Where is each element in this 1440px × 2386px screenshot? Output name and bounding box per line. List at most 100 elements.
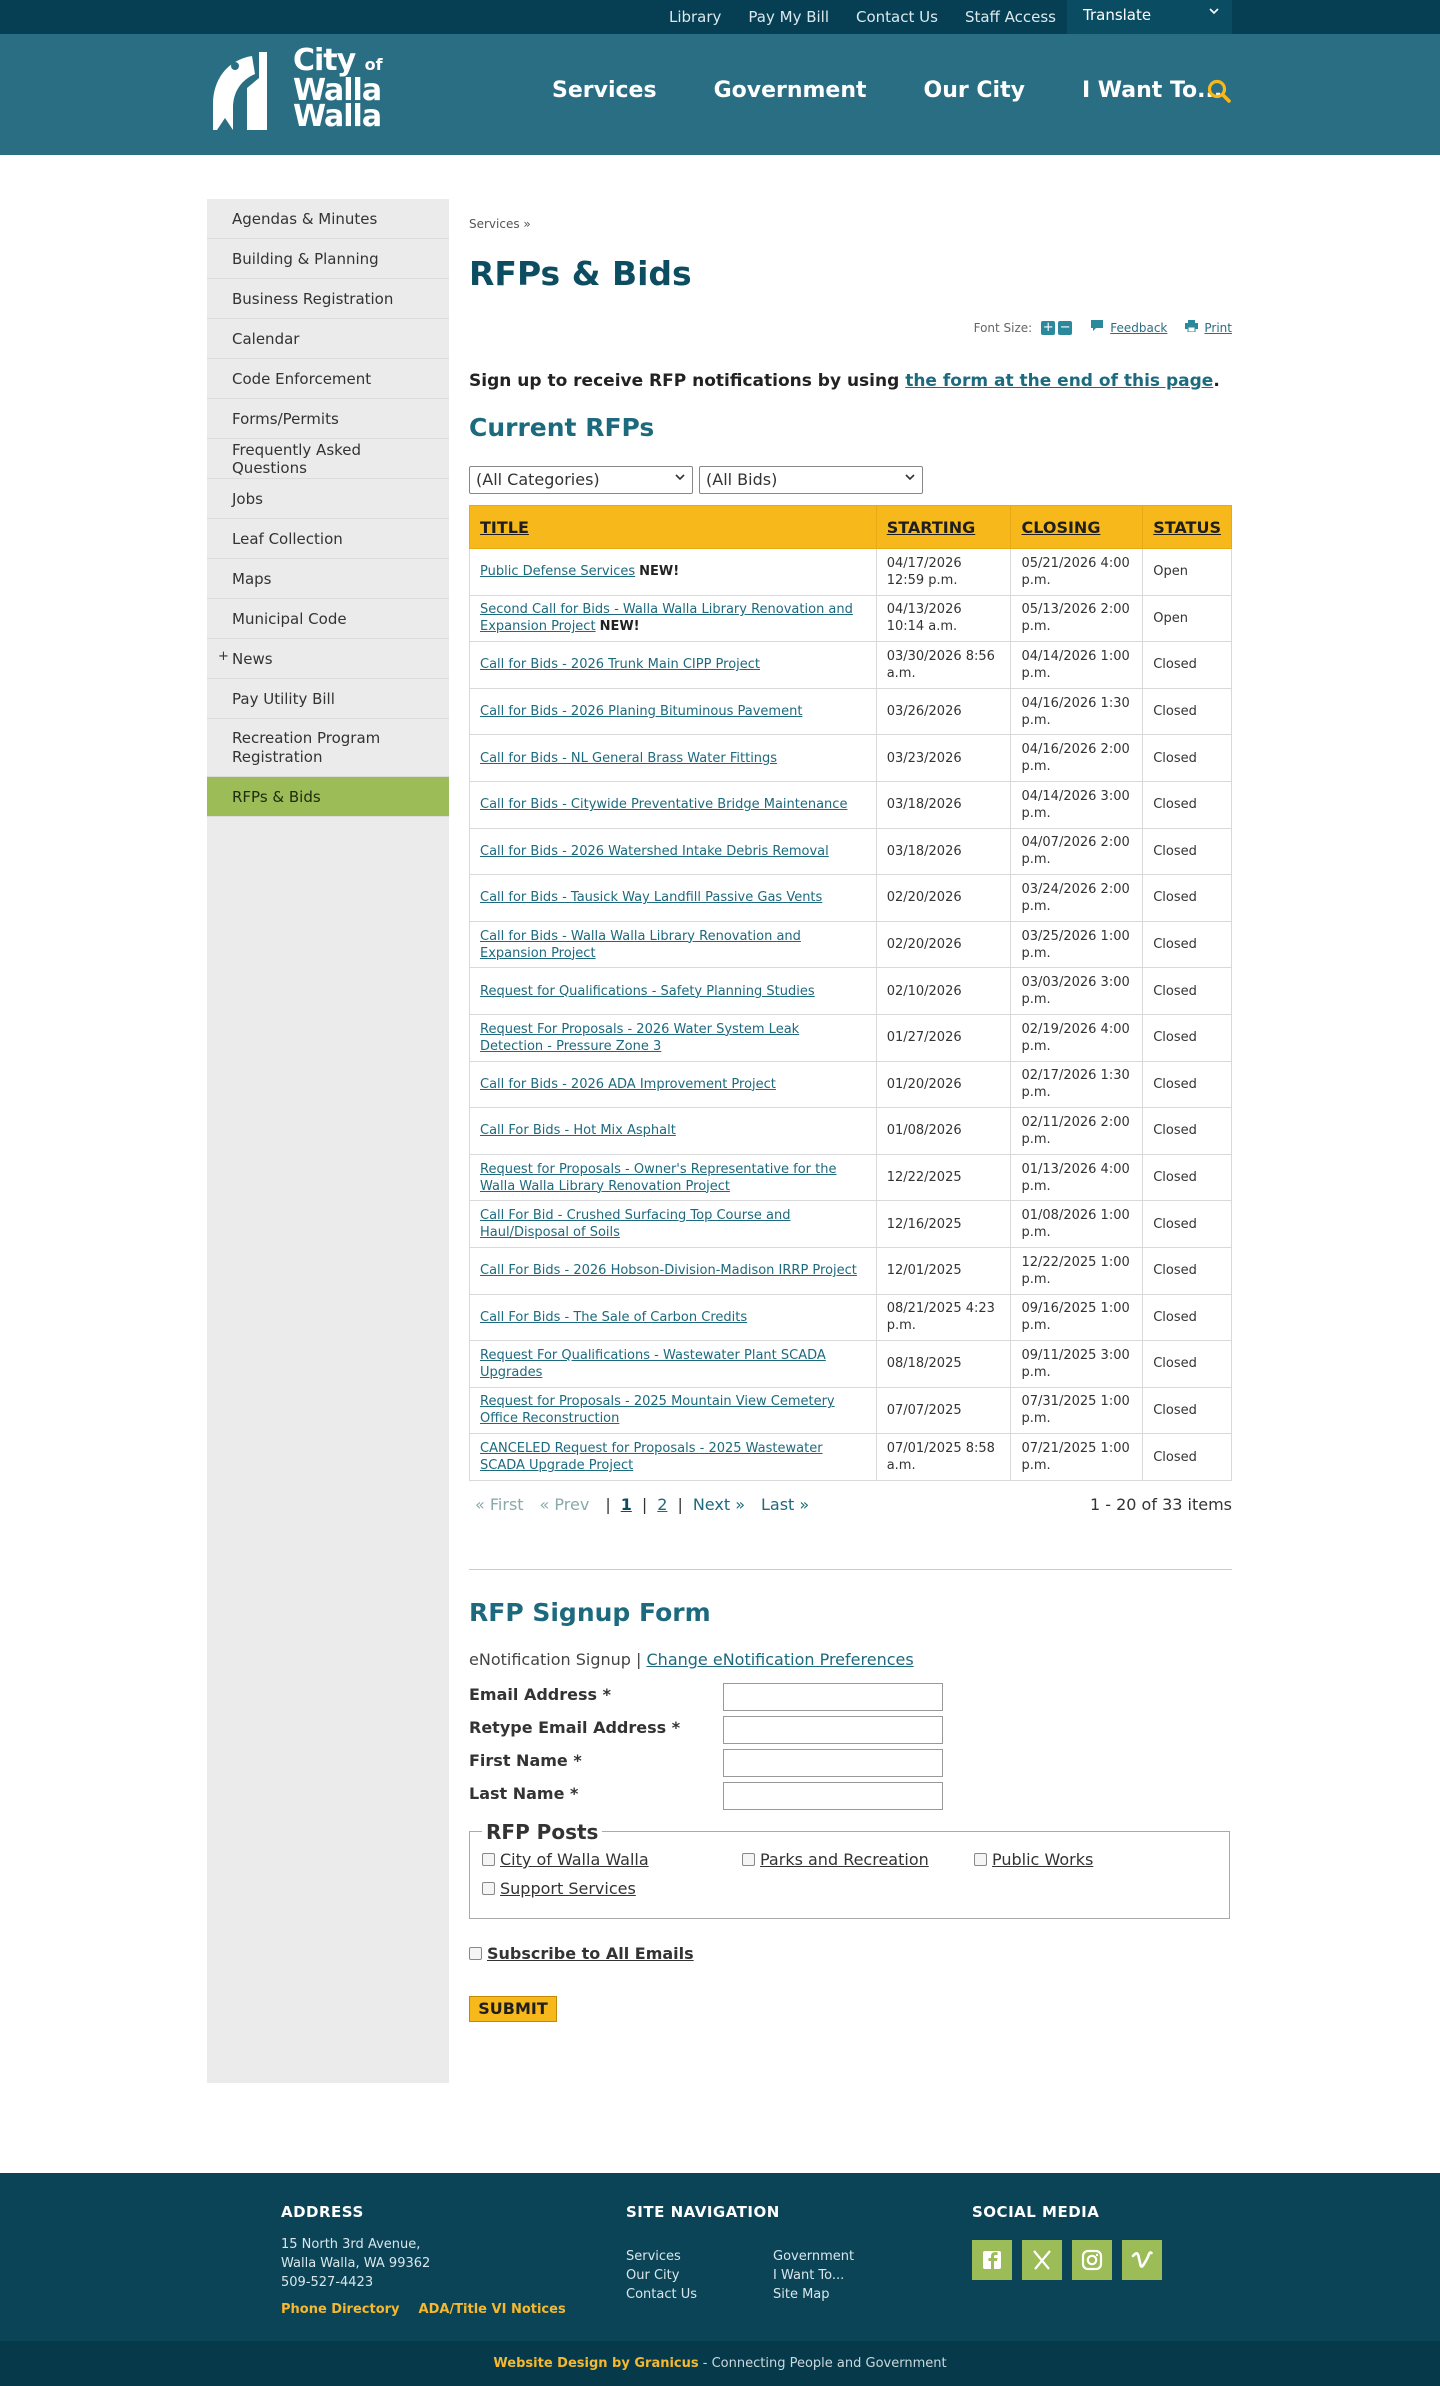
address-line: 15 North 3rd Avenue, (281, 2237, 421, 2252)
vimeo-icon[interactable] (1122, 2240, 1162, 2280)
rfp-title-link[interactable]: Second Call for Bids - Walla Walla Libra… (480, 602, 853, 634)
rfp-title-link[interactable]: Call for Bids - NL General Brass Water F… (480, 751, 777, 766)
rfp-title-link[interactable]: Call for Bids - 2026 Planing Bituminous … (480, 704, 802, 719)
checkbox-icon[interactable] (482, 1853, 495, 1866)
util-link-contact-us[interactable]: Contact Us (856, 8, 938, 26)
email-field[interactable] (723, 1683, 943, 1711)
sidebar-item-jobs[interactable]: Jobs (207, 479, 449, 519)
checkbox-icon[interactable] (974, 1853, 987, 1866)
sidebar-item-building-planning[interactable]: Building & Planning (207, 239, 449, 279)
checkbox-public-works[interactable]: Public Works (974, 1850, 1093, 1869)
bids-select[interactable]: (All Bids) (699, 466, 923, 494)
rfp-title-link[interactable]: Call for Bids - 2026 Trunk Main CIPP Pro… (480, 657, 760, 672)
checkbox-icon[interactable] (469, 1947, 482, 1960)
change-preferences-link[interactable]: Change eNotification Preferences (647, 1650, 914, 1669)
pager-prev[interactable]: « Prev (540, 1495, 590, 1514)
nav-services[interactable]: Services (552, 78, 657, 103)
rfp-title-link[interactable]: Request for Proposals - 2025 Mountain Vi… (480, 1394, 835, 1426)
search-icon[interactable] (1206, 78, 1232, 104)
rfp-title-link[interactable]: Call for Bids - 2026 ADA Improvement Pro… (480, 1077, 776, 1092)
footer-nav-services[interactable]: Services (626, 2249, 681, 2264)
footer-nav-i-want-to[interactable]: I Want To... (773, 2268, 844, 2283)
col-header-starting[interactable]: STARTING (875, 505, 1012, 549)
category-select-value: (All Categories) (476, 470, 600, 489)
rfp-title-link[interactable]: Request For Qualifications - Wastewater … (480, 1348, 826, 1380)
sidebar-item-rfps-bids[interactable]: RFPs & Bids (207, 777, 449, 817)
sidebar-item-forms-permits[interactable]: Forms/Permits (207, 399, 449, 439)
pager-page-2[interactable]: 2 (657, 1495, 667, 1514)
first-name-field[interactable] (723, 1749, 943, 1777)
sidebar-item-municipal-code[interactable]: Municipal Code (207, 599, 449, 639)
util-link-staff-access[interactable]: Staff Access (965, 8, 1056, 26)
col-header-title[interactable]: TITLE (469, 505, 877, 549)
rfp-title-link[interactable]: Call for Bids - Tausick Way Landfill Pas… (480, 890, 822, 905)
sidebar-item-recreation-registration[interactable]: Recreation Program Registration (207, 719, 449, 777)
rfp-title-link[interactable]: Public Defense Services (480, 564, 635, 579)
col-header-status[interactable]: STATUS (1142, 505, 1232, 549)
subscribe-all-checkbox[interactable]: Subscribe to All Emails (469, 1944, 694, 1963)
sidebar-item-pay-utility-bill[interactable]: Pay Utility Bill (207, 679, 449, 719)
checkbox-icon[interactable] (742, 1853, 755, 1866)
footer-nav-our-city[interactable]: Our City (626, 2268, 679, 2283)
util-link-library[interactable]: Library (669, 8, 721, 26)
city-logo[interactable]: City of Walla Walla (207, 46, 385, 134)
rfp-title-link[interactable]: Call For Bids - The Sale of Carbon Credi… (480, 1310, 747, 1325)
retype-email-field[interactable] (723, 1716, 943, 1744)
rfp-title-link[interactable]: Request for Qualifications - Safety Plan… (480, 984, 815, 999)
rfp-title-link[interactable]: Request For Proposals - 2026 Water Syste… (480, 1022, 799, 1054)
sidebar-item-agendas-minutes[interactable]: Agendas & Minutes (207, 199, 449, 239)
x-icon[interactable] (1022, 2240, 1062, 2280)
sidebar-item-faq[interactable]: Frequently Asked Questions (207, 439, 449, 479)
pager-first[interactable]: « First (475, 1495, 524, 1514)
submit-button[interactable]: SUBMIT (469, 1996, 557, 2022)
print-link[interactable]: Print (1204, 321, 1232, 335)
rfp-title-link[interactable]: Call For Bids - Hot Mix Asphalt (480, 1123, 676, 1138)
footer-nav-site-map[interactable]: Site Map (773, 2287, 830, 2302)
rfp-title-link[interactable]: Call for Bids - 2026 Watershed Intake De… (480, 844, 829, 859)
rfp-title-link[interactable]: Call for Bids - Citywide Preventative Br… (480, 797, 847, 812)
expand-icon[interactable]: + (218, 649, 229, 664)
footer-nav-government[interactable]: Government (773, 2249, 854, 2264)
rfp-title-link[interactable]: Request for Proposals - Owner's Represen… (480, 1162, 836, 1194)
instagram-icon[interactable] (1072, 2240, 1112, 2280)
sidebar-item-calendar[interactable]: Calendar (207, 319, 449, 359)
rfp-title-link[interactable]: Call For Bids - 2026 Hobson-Division-Mad… (480, 1263, 857, 1278)
font-decrease-button[interactable]: − (1058, 320, 1073, 335)
rfp-title-link[interactable]: Call for Bids - Walla Walla Library Reno… (480, 929, 801, 961)
sidebar-item-leaf-collection[interactable]: Leaf Collection (207, 519, 449, 559)
checkbox-city-of-walla-walla[interactable]: City of Walla Walla (482, 1850, 649, 1869)
facebook-icon[interactable] (972, 2240, 1012, 2280)
rfp-title-link[interactable]: CANCELED Request for Proposals - 2025 Wa… (480, 1441, 823, 1473)
signup-form-link[interactable]: the form at the end of this page (905, 371, 1213, 391)
nav-our-city[interactable]: Our City (924, 78, 1025, 103)
breadcrumb[interactable]: Services » (469, 217, 531, 231)
feedback-link[interactable]: Feedback (1110, 321, 1167, 335)
sidebar-item-business-registration[interactable]: Business Registration (207, 279, 449, 319)
cell-starting: 08/21/2025 4:23 p.m. (875, 1293, 1012, 1342)
cell-title: Second Call for Bids - Walla Walla Libra… (469, 594, 877, 643)
util-link-pay-my-bill[interactable]: Pay My Bill (748, 8, 829, 26)
sidebar-item-news[interactable]: + News (207, 639, 449, 679)
table-row: Call For Bids - 2026 Hobson-Division-Mad… (469, 1246, 1232, 1295)
sidebar-item-maps[interactable]: Maps (207, 559, 449, 599)
pager-last[interactable]: Last » (761, 1495, 809, 1514)
nav-i-want-to[interactable]: I Want To... (1082, 78, 1222, 103)
ada-notices-link[interactable]: ADA/Title VI Notices (419, 2302, 566, 2317)
checkbox-support-services[interactable]: Support Services (482, 1879, 636, 1898)
col-header-closing[interactable]: CLOSING (1010, 505, 1144, 549)
granicus-link[interactable]: Website Design by Granicus (493, 2356, 698, 2371)
pager-next[interactable]: Next » (693, 1495, 745, 1514)
cell-starting: 03/18/2026 (875, 827, 1012, 876)
footer-nav-contact-us[interactable]: Contact Us (626, 2287, 697, 2302)
category-select[interactable]: (All Categories) (469, 466, 693, 494)
nav-government[interactable]: Government (714, 78, 867, 103)
last-name-field[interactable] (723, 1782, 943, 1810)
phone-directory-link[interactable]: Phone Directory (281, 2302, 400, 2317)
sidebar-item-code-enforcement[interactable]: Code Enforcement (207, 359, 449, 399)
checkbox-parks-recreation[interactable]: Parks and Recreation (742, 1850, 929, 1869)
checkbox-icon[interactable] (482, 1882, 495, 1895)
pager-page-1[interactable]: 1 (621, 1495, 632, 1514)
translate-dropdown[interactable]: Translate (1067, 0, 1232, 34)
font-increase-button[interactable]: + (1041, 320, 1056, 335)
rfp-title-link[interactable]: Call For Bid - Crushed Surfacing Top Cou… (480, 1208, 790, 1240)
